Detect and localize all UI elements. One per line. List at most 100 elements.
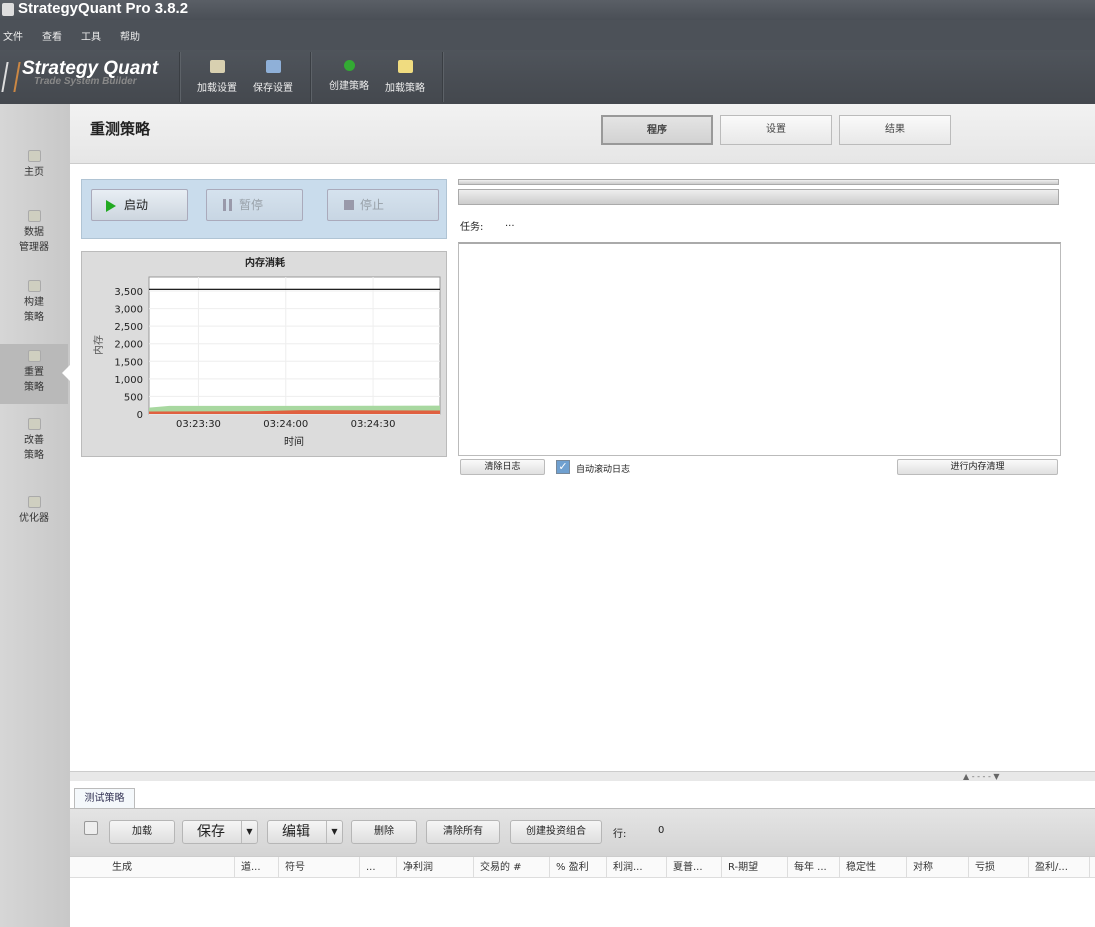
menu-help[interactable]: 帮助 xyxy=(120,28,140,43)
autoscroll-label: 自动滚动日志 xyxy=(576,465,631,475)
strategy-toolbar: 加载 保存 ▼ 编辑 ▼ 删除 清除所有 创建投资组合 行: 0 xyxy=(70,808,1095,856)
column-header[interactable]: R-期望 xyxy=(722,857,788,878)
control-panel: 启动 暂停 停止 xyxy=(81,179,447,239)
x-tick-label: 03:24:00 xyxy=(263,419,308,430)
tab-tested-strategies[interactable]: 测试策略 xyxy=(74,788,135,808)
pause-icon xyxy=(223,199,232,211)
home-icon xyxy=(27,150,41,162)
results-table-header: 生成 道... 符号... 净利润 交易的 #% 盈利 利润... 夏普... R-期望 每年 … xyxy=(70,856,1095,878)
selection-arrow xyxy=(62,364,71,382)
gc-button[interactable]: 进行内存清理 xyxy=(897,459,1058,475)
plus-circle-icon xyxy=(343,60,355,71)
load-strategy-button[interactable]: 加载策略 xyxy=(380,58,430,94)
column-header[interactable]: % 盈利 xyxy=(550,857,607,878)
chart-title: 内存消耗 xyxy=(245,256,285,269)
title-bar: StrategyQuant Pro 3.8.2 xyxy=(0,0,1095,20)
column-header[interactable]: 盈利/... xyxy=(1029,857,1090,878)
tab-results[interactable]: 结果 xyxy=(839,115,951,145)
optimizer-icon xyxy=(27,496,41,508)
sidebar-item-build[interactable]: 构建 策略 xyxy=(0,280,68,325)
retest-icon xyxy=(27,350,41,362)
toolbar: Strategy Quant Trade System Builder 加载设置 … xyxy=(0,50,1095,104)
plot-area xyxy=(148,276,441,415)
app-icon xyxy=(2,3,14,16)
column-header[interactable]: 利润... xyxy=(607,857,667,878)
column-header[interactable]: 交易的 # xyxy=(474,857,550,878)
load-settings-button[interactable]: 加载设置 xyxy=(192,58,242,94)
tab-program[interactable]: 程序 xyxy=(601,115,713,145)
column-header[interactable]: 对称 xyxy=(907,857,969,878)
x-axis-label: 时间 xyxy=(284,435,304,448)
log-area[interactable] xyxy=(458,242,1061,456)
page-title: 重测策略 xyxy=(90,120,151,138)
autoscroll-checkbox[interactable]: ✓ xyxy=(556,460,570,474)
memory-chart: 0 500 1,000 1,500 2,000 2,500 3,000 3,500 03:23:… xyxy=(81,251,447,457)
dna-icon xyxy=(1,62,21,92)
build-icon xyxy=(27,280,41,292)
rows-label: 行: xyxy=(613,829,627,840)
logo: Strategy Quant Trade System Builder xyxy=(1,58,158,92)
sidebar-item-home[interactable]: 主页 xyxy=(0,150,68,180)
y-tick-label: 2,000 xyxy=(114,340,143,351)
folder-gear-icon xyxy=(209,60,225,73)
chevron-down-icon: ▼ xyxy=(241,821,257,843)
y-tick-label: 0 xyxy=(137,410,143,421)
chevron-down-icon: ▼ xyxy=(326,821,342,843)
column-header[interactable]: 符号 xyxy=(279,857,360,878)
save-settings-button[interactable]: 保存设置 xyxy=(248,58,298,94)
y-tick-label: 3,000 xyxy=(114,305,143,316)
y-tick-label: 1,500 xyxy=(114,357,143,368)
y-tick-label: 1,000 xyxy=(114,375,143,386)
splitter[interactable]: ▲ - - - - ▼ xyxy=(70,771,1095,781)
memory-chart-svg: 0 500 1,000 1,500 2,000 2,500 3,000 3,500 03:23:… xyxy=(92,256,441,448)
delete-button[interactable]: 删除 xyxy=(351,820,417,844)
folder-icon xyxy=(397,60,413,73)
clear-all-button[interactable]: 清除所有 xyxy=(426,820,500,844)
start-button[interactable]: 启动 xyxy=(91,189,188,221)
page-header: 重测策略 程序 设置 结果 xyxy=(70,104,1095,164)
select-all-checkbox[interactable] xyxy=(84,821,98,835)
task-label: 任务: xyxy=(460,222,484,233)
sidebar-item-data-manager[interactable]: 数据 管理器 xyxy=(0,210,68,255)
menu-file[interactable]: 文件 xyxy=(3,28,23,43)
task-value: ... xyxy=(505,218,515,229)
create-strategy-button[interactable]: 创建策略 xyxy=(324,58,374,92)
edit-dropdown[interactable]: 编辑 ▼ xyxy=(267,820,343,844)
menu-bar: 文件 查看 工具 帮助 xyxy=(0,20,1095,50)
menu-view[interactable]: 查看 xyxy=(42,28,62,43)
column-header[interactable]: ... xyxy=(360,857,397,878)
menu-tools[interactable]: 工具 xyxy=(81,28,101,43)
play-icon xyxy=(106,200,116,212)
create-portfolio-button[interactable]: 创建投资组合 xyxy=(510,820,602,844)
improve-icon xyxy=(27,418,41,430)
tab-settings[interactable]: 设置 xyxy=(720,115,832,145)
column-header[interactable]: 净利润 xyxy=(397,857,474,878)
stop-icon xyxy=(344,200,354,210)
y-axis-label: 内存 xyxy=(92,335,105,355)
stop-button[interactable]: 停止 xyxy=(327,189,439,221)
sidebar-item-retest[interactable]: 重置 策略 xyxy=(0,344,68,404)
column-header[interactable]: 稳定性 xyxy=(840,857,907,878)
column-header[interactable]: 夏普... xyxy=(667,857,722,878)
column-header[interactable]: 道... xyxy=(235,857,279,878)
app-title: StrategyQuant Pro 3.8.2 xyxy=(18,0,189,17)
sidebar-item-optimizer[interactable]: 优化器 xyxy=(0,496,68,526)
save-gear-icon xyxy=(265,60,281,73)
x-tick-label: 03:24:30 xyxy=(351,419,396,430)
column-header[interactable]: 生成 xyxy=(106,857,235,878)
clear-log-button[interactable]: 清除日志 xyxy=(460,459,545,475)
data-icon xyxy=(27,210,41,222)
sidebar: 主页 数据 管理器 构建 策略 重置 策略 改善 策略 优化器 xyxy=(0,104,70,927)
save-dropdown[interactable]: 保存 ▼ xyxy=(182,820,258,844)
column-header[interactable]: 每年 ... xyxy=(788,857,840,878)
column-header[interactable]: 亏损 xyxy=(969,857,1029,878)
y-tick-label: 500 xyxy=(124,392,143,403)
pause-button[interactable]: 暂停 xyxy=(206,189,303,221)
y-tick-label: 3,500 xyxy=(114,287,143,298)
progress-bar-task xyxy=(458,189,1059,205)
sidebar-item-improve[interactable]: 改善 策略 xyxy=(0,418,68,463)
x-tick-label: 03:23:30 xyxy=(176,419,221,430)
rows-count: 0 xyxy=(658,825,665,836)
load-button[interactable]: 加载 xyxy=(109,820,175,844)
progress-bar-overall xyxy=(458,179,1059,185)
